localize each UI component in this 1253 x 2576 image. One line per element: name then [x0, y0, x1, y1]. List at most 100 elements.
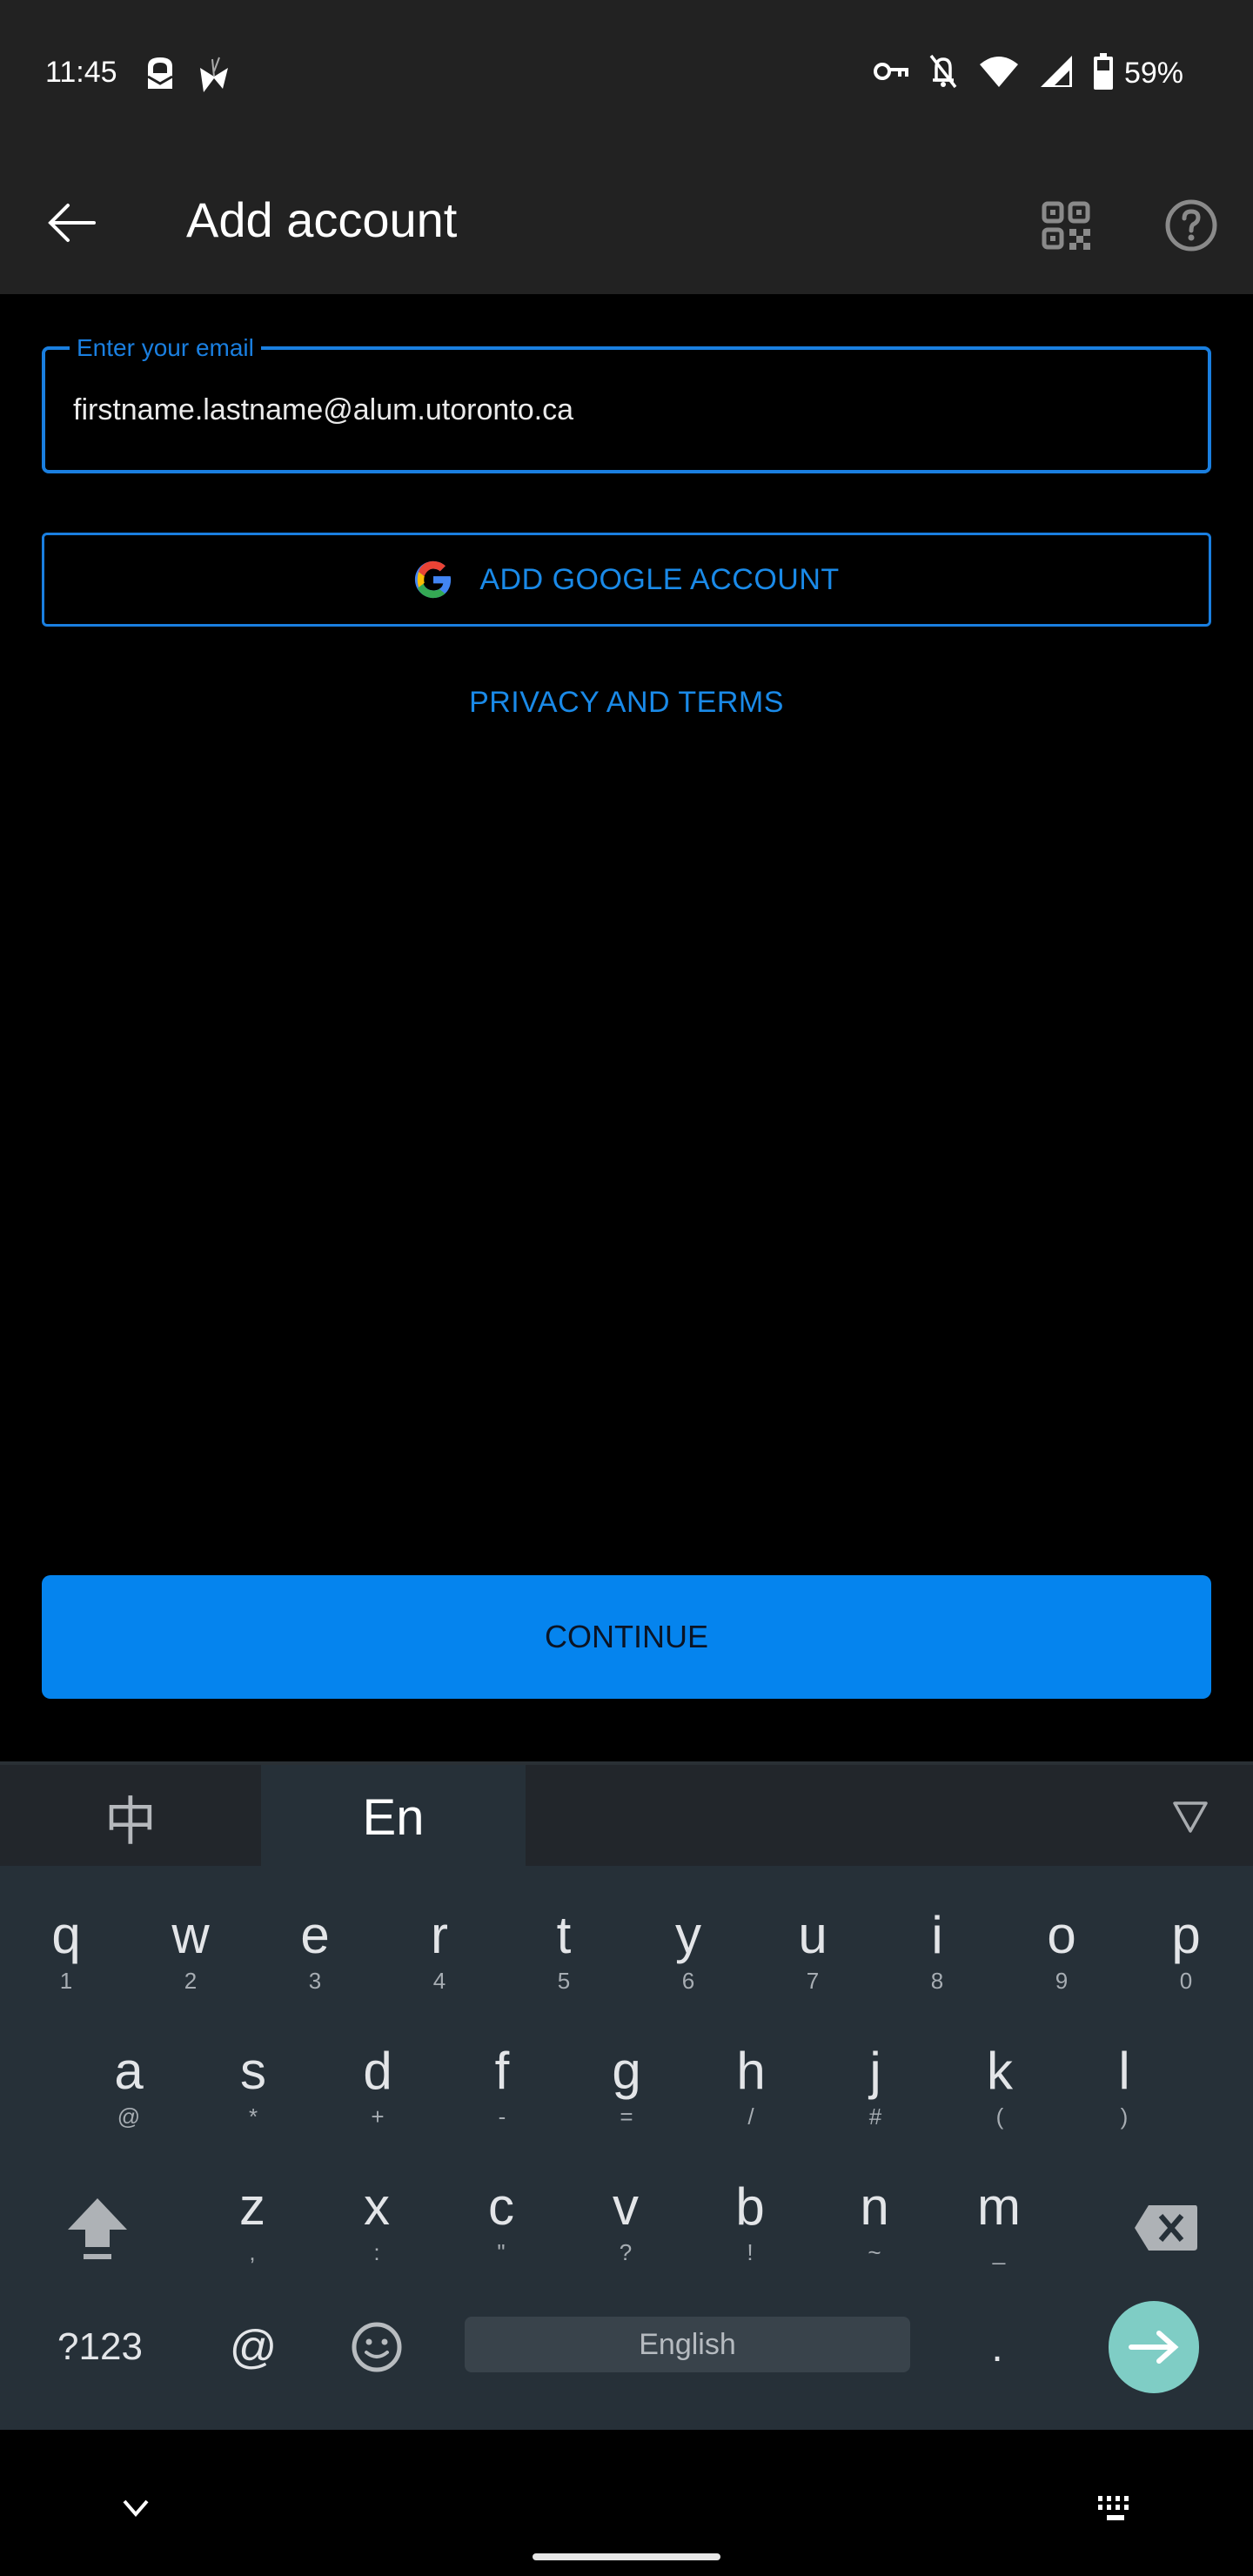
keyboard-switch-icon [1098, 2496, 1129, 2520]
key-q[interactable]: q1 [3, 1883, 129, 2019]
backspace-key[interactable] [1114, 2176, 1218, 2280]
key-label: m [977, 2177, 1021, 2236]
shift-icon [68, 2198, 127, 2259]
navigation-bar [0, 2430, 1253, 2576]
key-u[interactable]: u7 [750, 1883, 875, 2019]
key-secondary-label: ( [995, 2103, 1004, 2130]
wifi-icon [978, 54, 1020, 93]
key-secondary-label: ? [619, 2239, 633, 2265]
key-x[interactable]: x: [314, 2155, 439, 2291]
key-label: k [987, 2042, 1013, 2100]
key-p[interactable]: p0 [1123, 1883, 1249, 2019]
proton-mail-icon [143, 54, 178, 92]
add-google-account-button[interactable]: ADD GOOGLE ACCOUNT [42, 533, 1211, 627]
key-label: b [735, 2177, 765, 2236]
key-label: l [1118, 2042, 1130, 2100]
key-secondary-label: = [620, 2103, 633, 2130]
shift-key[interactable] [54, 2176, 141, 2280]
key-w[interactable]: w2 [128, 1883, 253, 2019]
notifications-off-icon [928, 54, 959, 93]
emoji-icon [352, 2322, 402, 2372]
key-j[interactable]: j # [813, 2019, 938, 2155]
period-key[interactable]: . [954, 2301, 1041, 2393]
key-secondary-label: ~ [868, 2239, 881, 2265]
key-secondary-label: 8 [930, 1968, 944, 1994]
key-label: r [431, 1906, 448, 1964]
key-label: x [364, 2177, 390, 2236]
key-e[interactable]: e3 [252, 1883, 378, 2019]
key-secondary-label: _ [992, 2239, 1006, 2265]
key-secondary-label: + [371, 2103, 385, 2130]
key-f[interactable]: f- [439, 2019, 565, 2155]
key-h[interactable]: h / [688, 2019, 814, 2155]
key-z[interactable]: z, [190, 2155, 315, 2291]
space-key[interactable]: English [465, 2317, 910, 2372]
status-bar: 11:45 59% [0, 0, 1253, 148]
key-label: s [240, 2042, 266, 2100]
key-label: o [1047, 1906, 1076, 1964]
backspace-icon [1135, 2205, 1197, 2251]
key-label: u [798, 1906, 828, 1964]
key-i[interactable]: i8 [874, 1883, 1000, 2019]
key-c[interactable]: c " [439, 2155, 564, 2291]
qr-code-button[interactable] [1027, 186, 1105, 265]
page-title: Add account [186, 192, 458, 247]
key-secondary-label: / [747, 2103, 754, 2130]
key-label: v [613, 2177, 639, 2236]
key-secondary-label: 5 [557, 1968, 571, 1994]
key-a[interactable]: a @ [66, 2019, 191, 2155]
key-secondary-label: 9 [1055, 1968, 1069, 1994]
key-label: h [736, 2042, 766, 2100]
help-button[interactable] [1152, 186, 1230, 265]
email-field[interactable]: Enter your email [42, 334, 1211, 473]
key-g[interactable]: g = [564, 2019, 689, 2155]
symbols-key[interactable]: ?123 [44, 2301, 157, 2393]
key-secondary-label: : [373, 2239, 380, 2265]
email-field-label: Enter your email [70, 334, 261, 362]
key-n[interactable]: n ~ [812, 2155, 937, 2291]
key-label: p [1171, 1906, 1201, 1964]
emoji-key[interactable] [329, 2301, 425, 2393]
status-time: 11:45 [45, 56, 117, 89]
google-logo-icon [415, 560, 452, 599]
key-y[interactable]: y6 [626, 1883, 751, 2019]
butterfly-app-icon [197, 54, 231, 92]
enter-key[interactable] [1109, 2301, 1199, 2393]
gesture-handle[interactable] [533, 2553, 720, 2560]
privacy-and-terms-link[interactable]: PRIVACY AND TERMS [0, 686, 1253, 720]
status-icons: 59% [873, 52, 1183, 94]
vpn-key-icon [873, 59, 908, 88]
hide-keyboard-button[interactable] [117, 2491, 155, 2526]
key-secondary-label: 1 [59, 1968, 73, 1994]
arrow-back-icon [48, 204, 96, 242]
key-k[interactable]: k( [937, 2019, 1062, 2155]
keyboard: 中 En q 1 w 2 e 3 r 4 t 5 y 6 u 7 i 8 o 9 p 0 a @ s * d + f - g = h / j # k… [0, 1761, 1253, 2430]
key-b[interactable]: b! [687, 2155, 813, 2291]
key-label: a [114, 2042, 144, 2100]
keyboard-tab-english[interactable]: En [261, 1765, 526, 1869]
app-bar: Add account [0, 148, 1253, 294]
key-o[interactable]: o9 [999, 1883, 1124, 2019]
key-label: d [363, 2042, 392, 2100]
key-secondary-label: * [248, 2103, 258, 2130]
key-v[interactable]: v? [563, 2155, 688, 2291]
battery-percent: 59% [1123, 56, 1183, 90]
battery-icon [1093, 52, 1114, 94]
key-m[interactable]: m _ [936, 2155, 1062, 2291]
keyboard-collapse-icon[interactable] [1169, 1796, 1211, 1838]
back-button[interactable] [35, 186, 108, 259]
key-label: n [860, 2177, 889, 2236]
email-input[interactable] [73, 388, 1169, 432]
continue-button[interactable]: CONTINUE [42, 1575, 1211, 1699]
key-secondary-label: " [497, 2239, 506, 2265]
key-d[interactable]: d + [315, 2019, 440, 2155]
key-r[interactable]: r4 [377, 1883, 502, 2019]
help-icon [1165, 199, 1217, 252]
keyboard-tab-chinese[interactable]: 中 [0, 1765, 261, 1869]
key-l[interactable]: l) [1062, 2019, 1187, 2155]
key-t[interactable]: t5 [501, 1883, 626, 2019]
keyboard-switch-button[interactable] [1093, 2485, 1138, 2531]
key-s[interactable]: s * [191, 2019, 316, 2155]
qr-code-icon [1042, 201, 1090, 250]
at-key[interactable]: @ [205, 2301, 301, 2393]
